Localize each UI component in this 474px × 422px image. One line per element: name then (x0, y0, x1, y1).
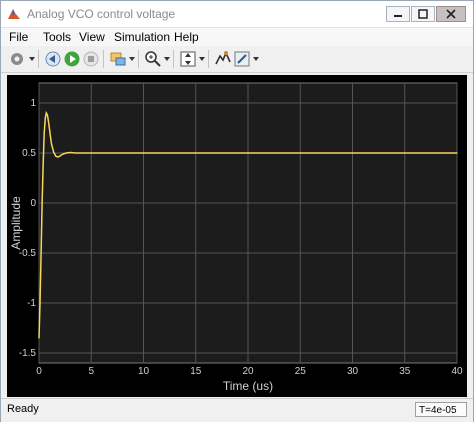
y-tick-label: 0 (30, 198, 36, 209)
toolbar-separator (38, 50, 39, 68)
toolbar-separator (138, 50, 139, 68)
minimize-icon (394, 15, 402, 17)
menu-tools[interactable]: Tools (43, 30, 71, 44)
data-point (53, 151, 55, 153)
data-point (299, 152, 301, 154)
y-tick-label: -1 (27, 298, 36, 309)
data-point (247, 152, 249, 154)
x-tick-label: 20 (242, 366, 254, 377)
data-point (351, 152, 354, 154)
menu-help[interactable]: Help (174, 30, 199, 44)
maximize-button[interactable] (411, 6, 435, 22)
data-point (46, 114, 49, 116)
x-axis-label: Time (us) (223, 379, 273, 393)
highlight-dropdown-arrow[interactable] (129, 57, 135, 61)
data-point (38, 337, 40, 339)
step-back-icon[interactable] (44, 50, 62, 68)
x-tick-label: 10 (138, 366, 150, 377)
zoom-dropdown-arrow[interactable] (164, 57, 170, 61)
stop-icon[interactable] (82, 50, 100, 68)
data-point (65, 152, 67, 154)
y-axis-label: Amplitude (9, 196, 23, 250)
data-point (456, 152, 458, 154)
data-point (62, 153, 64, 155)
data-point (50, 143, 53, 145)
data-point (42, 162, 44, 164)
status-bar: Ready T=4e-05 (1, 398, 473, 422)
y-tick-label: -1.5 (19, 348, 37, 359)
data-point (195, 152, 197, 154)
scale-axes-icon[interactable] (179, 50, 197, 68)
highlight-icon[interactable] (109, 50, 127, 68)
toolbar-separator (103, 50, 104, 68)
data-point (47, 120, 50, 122)
y-tick-label: 0.5 (22, 148, 36, 159)
minimize-button[interactable] (386, 6, 410, 22)
scope-display[interactable]: 0 5 10 15 20 25 30 35 40 1 0.5 0 -0.5 -1 -1.5 Time (us)… (7, 75, 467, 397)
settings-dropdown-arrow[interactable] (29, 57, 35, 61)
x-tick-label: 0 (36, 366, 42, 377)
data-point (404, 152, 406, 154)
data-point (59, 155, 61, 157)
simulation-time: T=4e-05 (415, 402, 467, 417)
data-point (40, 252, 42, 254)
scope-window: Analog VCO control voltage File Tools Vi… (0, 0, 474, 422)
menu-simulation[interactable]: Simulation (114, 30, 170, 44)
close-icon (446, 9, 456, 19)
x-tick-label: 35 (399, 366, 411, 377)
edit-icon[interactable] (233, 50, 251, 68)
signal-selector-icon[interactable] (214, 50, 232, 68)
x-tick-label: 15 (190, 366, 202, 377)
settings-icon[interactable] (8, 50, 26, 68)
menu-bar: File Tools View Simulation Help (1, 28, 473, 46)
menu-file[interactable]: File (9, 30, 28, 44)
scale-axes-dropdown-arrow[interactable] (199, 57, 205, 61)
data-point (57, 156, 59, 158)
data-point (39, 302, 41, 304)
x-tick-label: 30 (347, 366, 359, 377)
data-point (75, 152, 77, 154)
x-tick-label: 40 (451, 366, 463, 377)
run-icon[interactable] (63, 50, 81, 68)
window-title: Analog VCO control voltage (27, 7, 176, 21)
matlab-app-icon (8, 9, 20, 19)
data-point (49, 136, 52, 138)
maximize-icon (418, 9, 428, 19)
amplitude-chart: 0 5 10 15 20 25 30 35 4010.50-0.5-1-1.5Time (us)… (9, 82, 463, 393)
status-text: Ready (7, 403, 39, 415)
data-point (48, 128, 51, 130)
toolbar-separator (173, 50, 174, 68)
data-point (55, 155, 57, 157)
x-tick-label: 25 (295, 366, 307, 377)
data-point (45, 112, 47, 114)
data-point (69, 151, 71, 154)
menu-view[interactable]: View (79, 30, 105, 44)
edit-dropdown-arrow[interactable] (253, 57, 259, 61)
zoom-icon[interactable] (144, 50, 162, 68)
title-bar: Analog VCO control voltage (1, 1, 473, 28)
y-tick-label: 1 (30, 98, 36, 109)
toolbar (1, 46, 473, 73)
x-tick-label: 5 (88, 366, 94, 377)
data-point (44, 117, 46, 119)
data-point (41, 202, 43, 204)
data-point (80, 152, 82, 154)
data-point (43, 132, 45, 134)
data-point (90, 152, 92, 154)
close-button[interactable] (436, 6, 466, 22)
data-point (142, 152, 145, 154)
toolbar-separator (208, 50, 209, 68)
